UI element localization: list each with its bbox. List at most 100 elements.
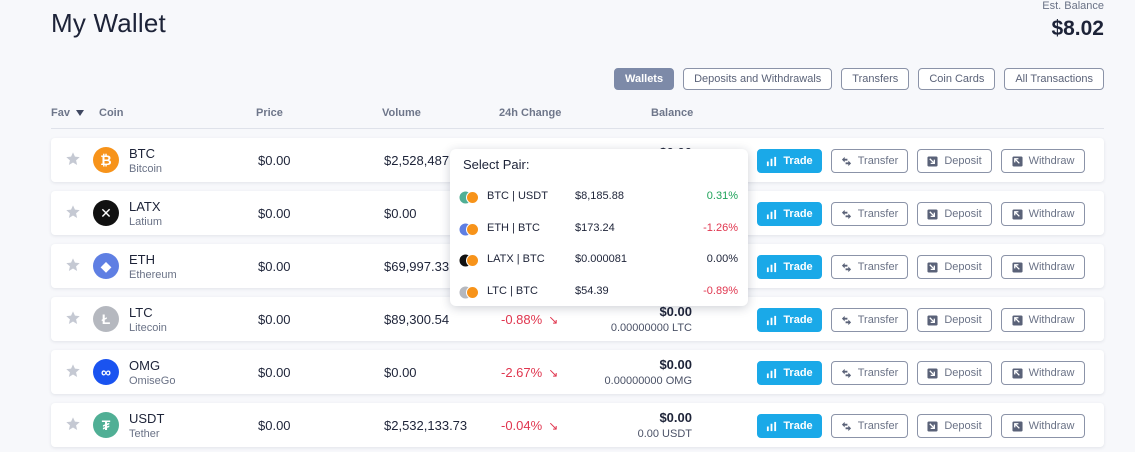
transfer-label: Transfer	[857, 155, 899, 167]
column-balance: Balance	[651, 107, 694, 119]
trade-button[interactable]: Trade	[757, 255, 822, 279]
change-value: -0.04%	[501, 418, 543, 433]
trade-button[interactable]: Trade	[757, 149, 822, 173]
select-pair-popup: Select Pair: BTC | USDT $8,185.88 0.31% ETH…	[450, 149, 748, 306]
pair-change: -0.89%	[703, 285, 738, 297]
column-price: Price	[256, 107, 283, 119]
bitcoin-icon	[466, 254, 479, 267]
bitcoin-icon	[466, 223, 479, 236]
transfer-button[interactable]: Transfer	[831, 202, 908, 226]
tab-deposits-withdrawals[interactable]: Deposits and Withdrawals	[683, 68, 833, 90]
transfer-button[interactable]: Transfer	[831, 361, 908, 385]
favorite-star-icon[interactable]	[65, 151, 81, 167]
trade-label: Trade	[783, 155, 813, 167]
coin-price: $0.00	[258, 206, 291, 221]
favorite-star-icon[interactable]	[65, 363, 81, 379]
page-title: My Wallet	[51, 8, 166, 38]
trade-label: Trade	[783, 367, 813, 379]
coin-price: $0.00	[258, 418, 291, 433]
deposit-button[interactable]: Deposit	[917, 202, 992, 226]
pair-price: $173.24	[575, 222, 615, 234]
coin-symbol: LTC	[129, 305, 153, 320]
omisego-icon: ∞	[93, 359, 119, 385]
pair-option[interactable]: ETH | BTC $173.24 -1.26%	[450, 219, 748, 239]
change-value: -2.67%	[501, 365, 543, 380]
balance-value: $0.00	[659, 410, 692, 425]
pair-icons	[459, 223, 479, 236]
favorite-star-icon[interactable]	[65, 257, 81, 273]
pair-price: $54.39	[575, 285, 609, 297]
deposit-button[interactable]: Deposit	[917, 414, 992, 438]
coin-symbol: OMG	[129, 358, 161, 373]
trade-button[interactable]: Trade	[757, 202, 822, 226]
coin-24h-change: -2.67% ↘	[501, 365, 558, 380]
tab-transfers[interactable]: Transfers	[841, 68, 910, 90]
deposit-icon	[927, 208, 938, 220]
pair-price: $0.000081	[575, 253, 627, 265]
deposit-icon	[927, 420, 938, 432]
favorite-star-icon[interactable]	[65, 416, 81, 432]
transfer-button[interactable]: Transfer	[831, 414, 908, 438]
transfer-icon	[841, 421, 851, 431]
coin-volume: $0.00	[384, 206, 417, 221]
favorite-star-icon[interactable]	[65, 204, 81, 220]
wallet-row-omg: ∞ OMG OmiseGo $0.00 $0.00 -2.67% ↘ $0.00 0.00000…	[51, 350, 1104, 394]
transfer-button[interactable]: Transfer	[831, 308, 908, 332]
coin-name: Ethereum	[129, 269, 177, 281]
trade-button[interactable]: Trade	[757, 361, 822, 385]
est-balance-label: Est. Balance	[1042, 0, 1104, 12]
withdraw-label: Withdraw	[1028, 208, 1075, 220]
transfer-button[interactable]: Transfer	[831, 255, 908, 279]
transfer-button[interactable]: Transfer	[831, 149, 908, 173]
tab-wallets[interactable]: Wallets	[613, 68, 675, 90]
withdraw-button[interactable]: Withdraw	[1001, 149, 1085, 173]
withdraw-button[interactable]: Withdraw	[1001, 414, 1085, 438]
withdraw-button[interactable]: Withdraw	[1001, 361, 1085, 385]
balance-amount: 0.00000000 OMG	[604, 375, 692, 387]
coin-volume: $2,532,133.73	[384, 418, 468, 433]
bitcoin-icon: ₿	[93, 147, 119, 173]
withdraw-button[interactable]: Withdraw	[1001, 202, 1085, 226]
withdraw-label: Withdraw	[1028, 261, 1075, 273]
deposit-label: Deposit	[944, 208, 982, 220]
deposit-button[interactable]: Deposit	[917, 255, 992, 279]
deposit-button[interactable]: Deposit	[917, 361, 992, 385]
pair-option[interactable]: LATX | BTC $0.000081 0.00%	[450, 250, 748, 270]
pair-option[interactable]: LTC | BTC $54.39 -0.89%	[450, 282, 748, 302]
deposit-button[interactable]: Deposit	[917, 149, 992, 173]
coin-symbol: USDT	[129, 411, 165, 426]
pair-icons	[459, 191, 479, 204]
coin-volume: $0.00	[384, 365, 417, 380]
column-fav[interactable]: Fav	[51, 107, 84, 119]
deposit-button[interactable]: Deposit	[917, 308, 992, 332]
deposit-label: Deposit	[944, 155, 982, 167]
deposit-icon	[927, 261, 938, 273]
tab-coin-cards[interactable]: Coin Cards	[918, 68, 996, 90]
trade-button[interactable]: Trade	[757, 308, 822, 332]
coin-24h-change: -0.04% ↘	[501, 418, 558, 433]
coin-price: $0.00	[258, 365, 291, 380]
pair-price: $8,185.88	[575, 190, 624, 202]
withdraw-icon	[1012, 261, 1023, 273]
column-24h-change: 24h Change	[499, 107, 562, 119]
popup-title: Select Pair:	[463, 157, 530, 172]
change-value: -0.88%	[501, 312, 543, 327]
tab-all-transactions[interactable]: All Transactions	[1004, 68, 1104, 90]
withdraw-button[interactable]: Withdraw	[1001, 255, 1085, 279]
withdraw-button[interactable]: Withdraw	[1001, 308, 1085, 332]
coin-name: Bitcoin	[129, 163, 163, 175]
transfer-label: Transfer	[857, 261, 899, 273]
tether-icon: ₮	[93, 412, 119, 438]
pair-change: 0.31%	[706, 190, 738, 202]
bar-chart-icon	[767, 156, 777, 166]
deposit-label: Deposit	[944, 261, 982, 273]
deposit-icon	[927, 155, 938, 167]
transfer-icon	[841, 315, 851, 325]
column-fav-label: Fav	[51, 107, 70, 119]
pair-option[interactable]: BTC | USDT $8,185.88 0.31%	[450, 187, 748, 207]
favorite-star-icon[interactable]	[65, 310, 81, 326]
coin-price: $0.00	[258, 312, 291, 327]
trade-button[interactable]: Trade	[757, 414, 822, 438]
bar-chart-icon	[767, 315, 777, 325]
trade-label: Trade	[783, 208, 813, 220]
